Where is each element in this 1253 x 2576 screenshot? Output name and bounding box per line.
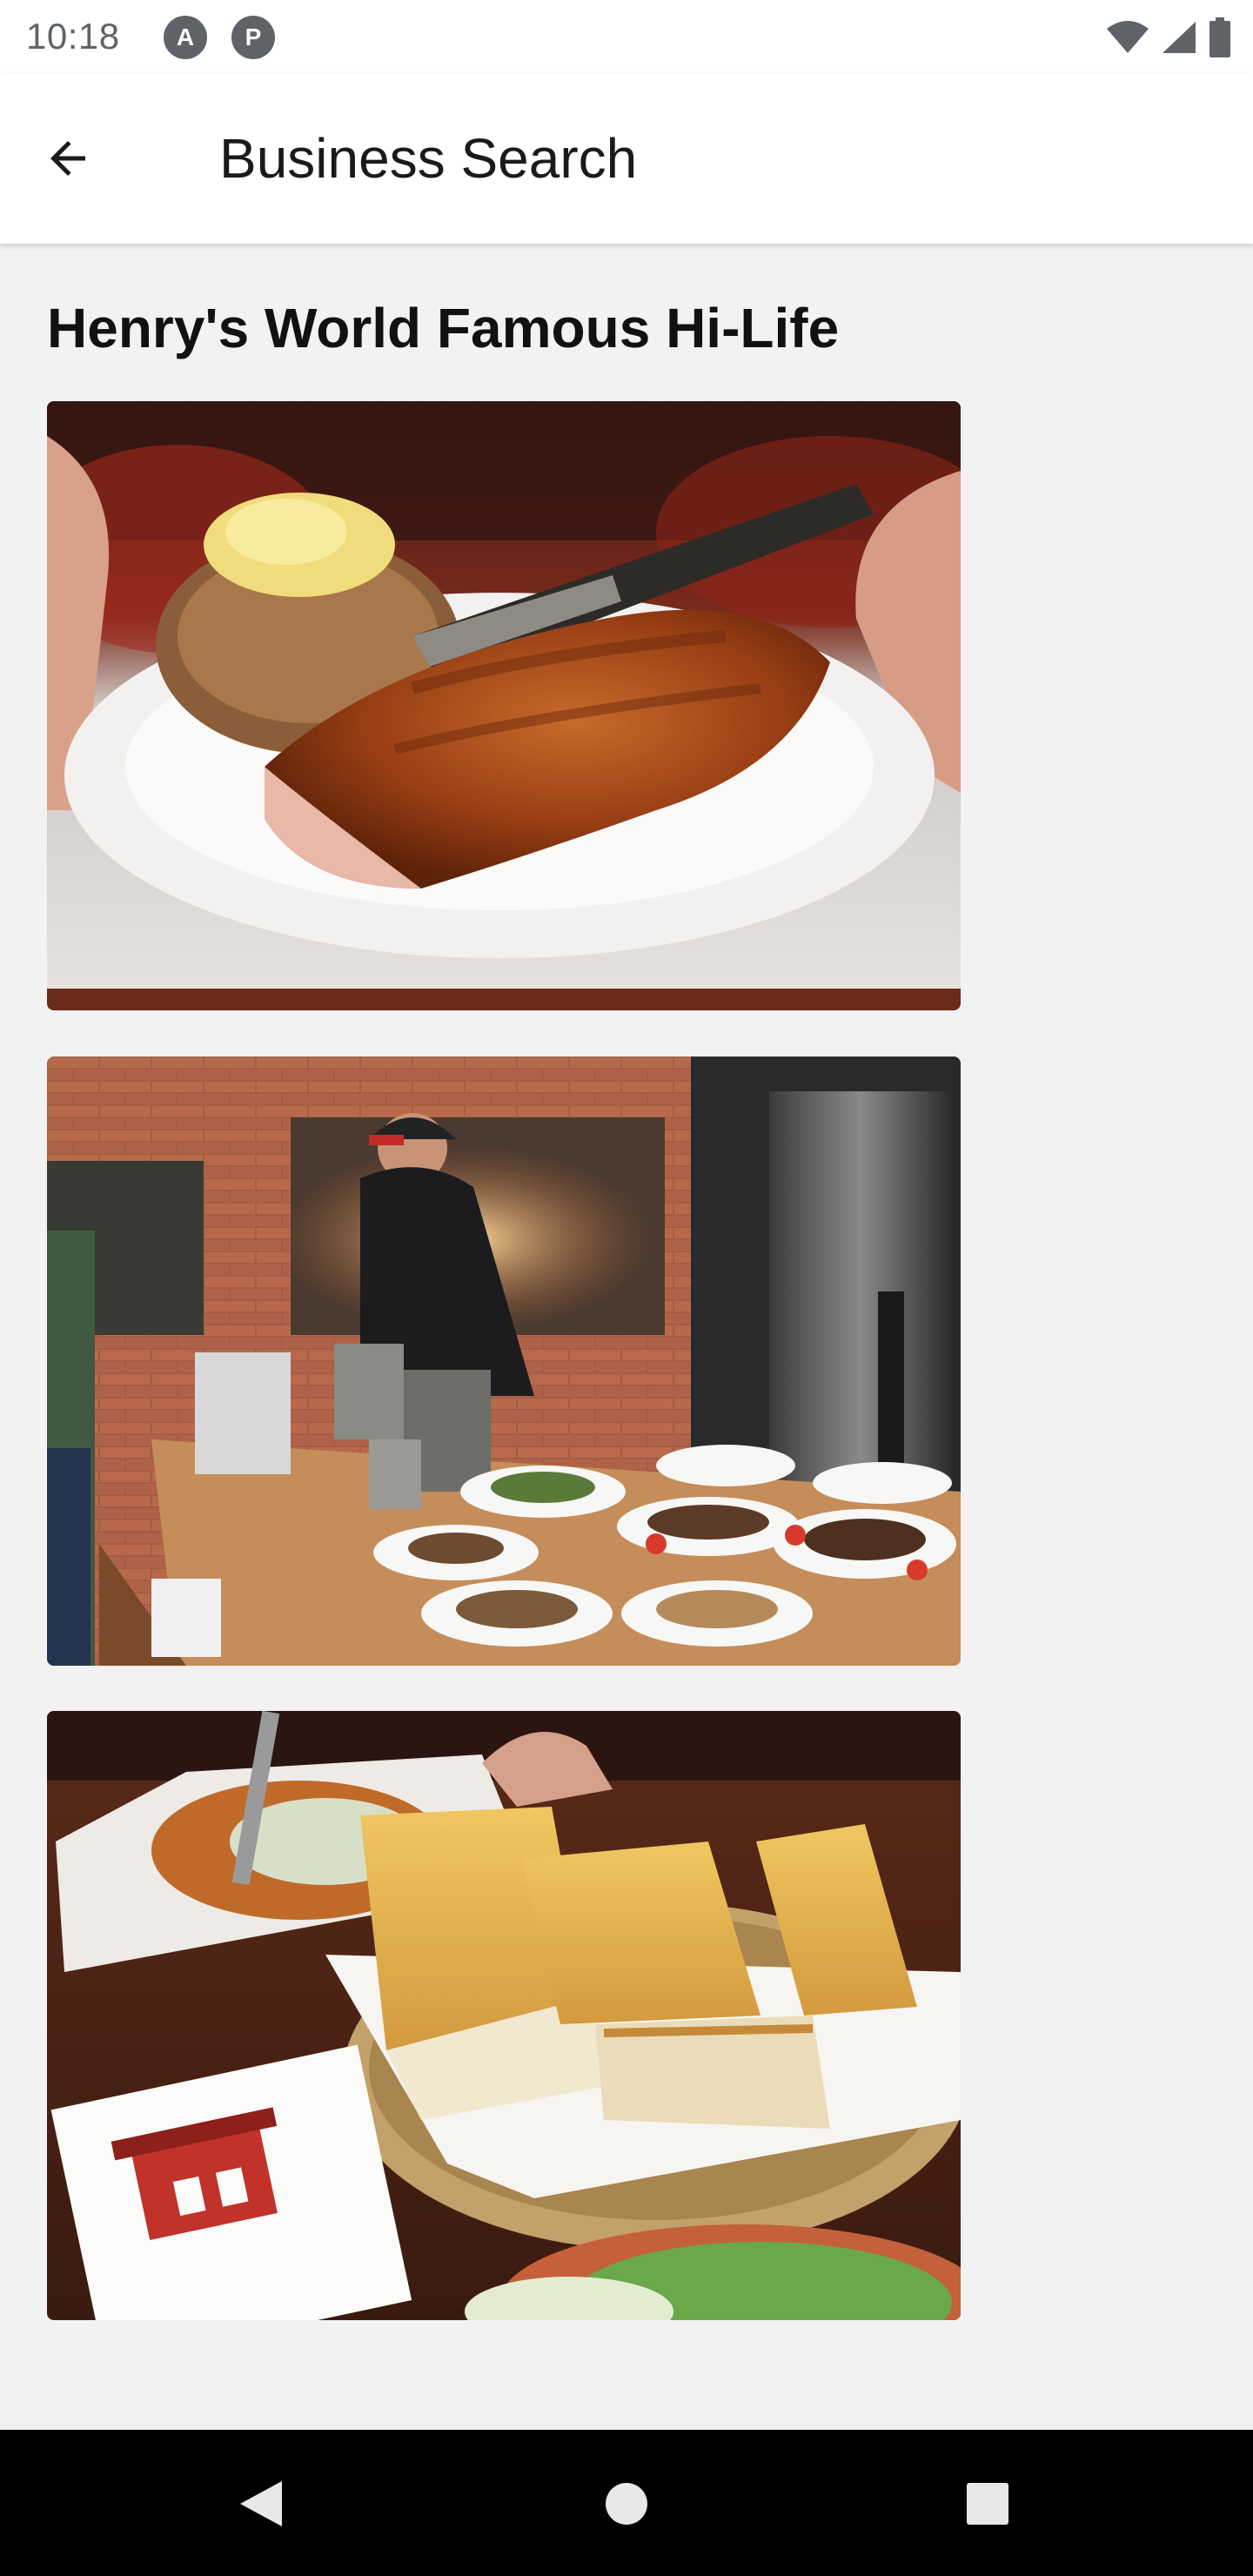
nav-back-button[interactable] xyxy=(222,2465,300,2543)
arrow-left-icon xyxy=(50,141,85,176)
recents-square-icon xyxy=(967,2483,1008,2525)
nav-home-button[interactable] xyxy=(587,2465,666,2543)
status-icons xyxy=(1105,16,1232,59)
garlic-bread-basket-photo xyxy=(47,1711,961,2320)
battery-icon xyxy=(1209,17,1230,57)
kitchen-grill-photo xyxy=(47,1057,961,1666)
business-photo-ribs[interactable] xyxy=(47,401,961,1010)
cell-signal-icon xyxy=(1163,22,1196,53)
status-time: 10:18 xyxy=(26,16,120,57)
business-name: Henry's World Famous Hi-Life xyxy=(47,297,840,359)
back-triangle-icon xyxy=(240,2481,282,2526)
status-bar: 10:18 A P xyxy=(0,0,1253,73)
p-letter-icon: P xyxy=(231,16,275,59)
home-circle-icon xyxy=(606,2483,647,2525)
nav-recents-button[interactable] xyxy=(948,2465,1027,2543)
wifi-icon xyxy=(1107,21,1149,53)
ribs-and-baked-potato-photo xyxy=(47,401,961,1010)
a-letter-icon: A xyxy=(164,16,207,59)
business-photo-bread[interactable] xyxy=(47,1711,961,2320)
page-title: Business Search xyxy=(219,127,638,190)
business-photo-kitchen[interactable] xyxy=(47,1057,961,1666)
back-button[interactable] xyxy=(31,122,104,195)
app-bar: Business Search xyxy=(0,73,1253,244)
system-nav-bar xyxy=(0,2430,1253,2576)
business-detail: Henry's World Famous Hi-Life xyxy=(0,244,1253,2430)
